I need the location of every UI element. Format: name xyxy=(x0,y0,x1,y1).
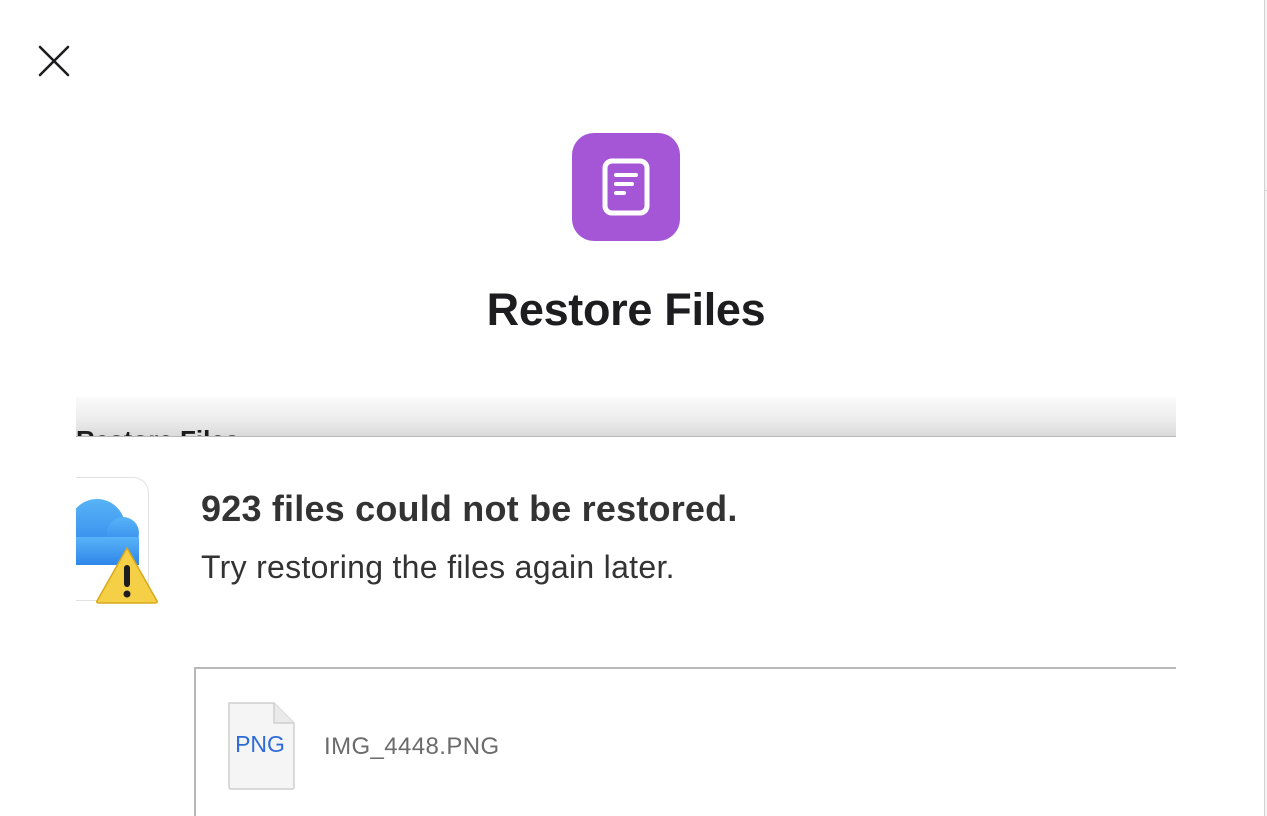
app-icon xyxy=(572,133,680,241)
close-x-icon xyxy=(38,45,70,77)
alert-subtitle: Try restoring the files again later. xyxy=(201,549,675,585)
document-icon xyxy=(602,158,650,216)
alert-title: 923 files could not be restored. xyxy=(201,488,738,529)
dialog-header: Restore Files xyxy=(76,397,1176,437)
alert-icon xyxy=(76,477,165,607)
close-button[interactable] xyxy=(34,41,74,81)
file-type-label: PNG xyxy=(235,731,285,757)
restore-dialog: Restore Files 923 files could not be res… xyxy=(76,397,1176,816)
page-title: Restore Files xyxy=(486,284,766,335)
warning-icon xyxy=(96,547,158,604)
png-file-icon: PNG xyxy=(226,701,296,791)
dialog-header-title: Restore Files xyxy=(76,425,239,436)
list-item[interactable]: PNG IMG_4448.PNG xyxy=(196,669,1176,816)
failed-files-list[interactable]: PNG IMG_4448.PNG xyxy=(194,667,1176,816)
file-name: IMG_4448.PNG xyxy=(324,733,500,760)
